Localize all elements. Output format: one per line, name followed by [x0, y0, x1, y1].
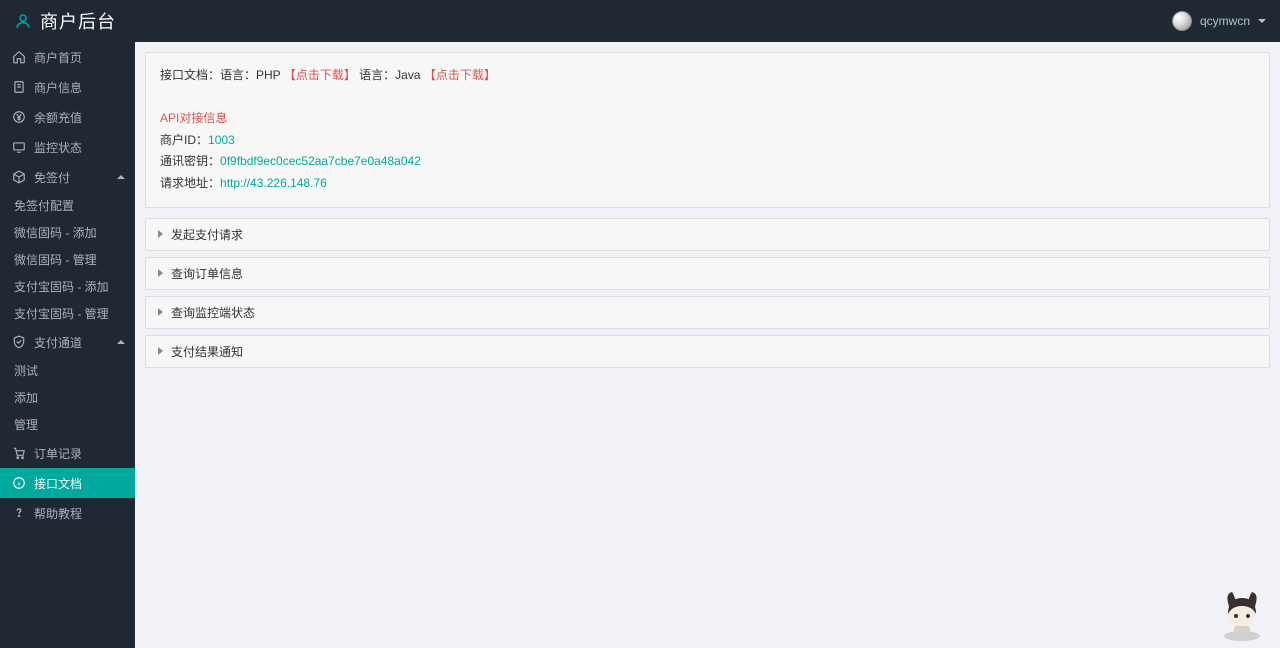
- cart-icon: [12, 446, 26, 460]
- accordion-label: 发起支付请求: [171, 226, 243, 243]
- sub-item-manage[interactable]: 管理: [0, 411, 135, 438]
- nav-label: 帮助教程: [34, 505, 82, 522]
- sub-item-alipay-manage[interactable]: 支付宝固码 - 管理: [0, 300, 135, 327]
- nav-label: 商户信息: [34, 79, 82, 96]
- url-line: 请求地址：http://43.226.148.76: [160, 173, 1255, 195]
- brand: 商户后台: [14, 8, 116, 34]
- nav-label: 监控状态: [34, 139, 82, 156]
- chevron-up-icon: [117, 340, 125, 344]
- chevron-right-icon: [158, 308, 163, 316]
- url-val[interactable]: http://43.226.148.76: [220, 176, 327, 190]
- accordion-label: 查询订单信息: [171, 265, 243, 282]
- chevron-right-icon: [158, 269, 163, 277]
- sidebar-item-exempt-sign[interactable]: 免签付: [0, 162, 135, 192]
- nav-label: 余额充值: [34, 109, 82, 126]
- sidebar-item-monitor-status[interactable]: 监控状态: [0, 132, 135, 162]
- sidebar-item-order-log[interactable]: 订单记录: [0, 438, 135, 468]
- header: 商户后台 qcymwcn: [0, 0, 1280, 42]
- nav-label: 订单记录: [34, 445, 82, 462]
- brand-title: 商户后台: [40, 8, 116, 34]
- url-label: 请求地址：: [160, 176, 220, 190]
- java-download-link[interactable]: 【点击下载】: [424, 68, 496, 82]
- doc-prefix: 接口文档：语言：PHP: [160, 68, 280, 82]
- accordion-monitor-query[interactable]: 查询监控端状态: [145, 296, 1270, 329]
- cube-icon: [12, 170, 26, 184]
- avatar: [1172, 11, 1192, 31]
- accordion-pay-request[interactable]: 发起支付请求: [145, 218, 1270, 251]
- document-icon: [12, 80, 26, 94]
- sub-item-wechat-manage[interactable]: 微信固码 - 管理: [0, 246, 135, 273]
- key-label: 通讯密钥：: [160, 154, 220, 168]
- sub-item-exempt-config[interactable]: 免签付配置: [0, 192, 135, 219]
- nav-label: 支付通道: [34, 334, 82, 351]
- sidebar-item-help[interactable]: 帮助教程: [0, 498, 135, 528]
- accordion-order-query[interactable]: 查询订单信息: [145, 257, 1270, 290]
- accordion-pay-result[interactable]: 支付结果通知: [145, 335, 1270, 368]
- sidebar-item-api-doc[interactable]: 接口文档: [0, 468, 135, 498]
- chevron-right-icon: [158, 230, 163, 238]
- user-menu[interactable]: qcymwcn: [1172, 11, 1266, 31]
- caret-down-icon: [1258, 19, 1266, 23]
- shield-check-icon: [12, 335, 26, 349]
- doc-download-line: 接口文档：语言：PHP 【点击下载】 语言：Java 【点击下载】: [160, 65, 1255, 87]
- username: qcymwcn: [1200, 14, 1250, 28]
- sub-item-test[interactable]: 测试: [0, 357, 135, 384]
- chevron-right-icon: [158, 347, 163, 355]
- merchant-id-line: 商户ID：1003: [160, 130, 1255, 152]
- accordion-label: 支付结果通知: [171, 343, 243, 360]
- lang-java: 语言：Java: [359, 68, 420, 82]
- user-person-icon: [14, 12, 32, 30]
- sidebar-item-pay-channel[interactable]: 支付通道: [0, 327, 135, 357]
- home-icon: [12, 50, 26, 64]
- api-title: API对接信息: [160, 108, 1255, 130]
- nav-label: 接口文档: [34, 475, 82, 492]
- api-info-panel: 接口文档：语言：PHP 【点击下载】 语言：Java 【点击下载】 API对接信…: [145, 52, 1270, 208]
- sub-item-wechat-add[interactable]: 微信固码 - 添加: [0, 219, 135, 246]
- sub-item-alipay-add[interactable]: 支付宝固码 - 添加: [0, 273, 135, 300]
- sidebar: 商户首页 商户信息 余额充值 监控状态 免签付 免签付配置 微信固码 - 添加 …: [0, 42, 135, 648]
- question-icon: [12, 506, 26, 520]
- monitor-icon: [12, 140, 26, 154]
- sub-item-add[interactable]: 添加: [0, 384, 135, 411]
- mid-val: 1003: [208, 133, 235, 147]
- content: 接口文档：语言：PHP 【点击下载】 语言：Java 【点击下载】 API对接信…: [135, 42, 1280, 384]
- sidebar-item-home[interactable]: 商户首页: [0, 42, 135, 72]
- nav-label: 商户首页: [34, 49, 82, 66]
- accordion-label: 查询监控端状态: [171, 304, 255, 321]
- chevron-up-icon: [117, 175, 125, 179]
- info-circle-icon: [12, 476, 26, 490]
- key-val: 0f9fbdf9ec0cec52aa7cbe7e0a48a042: [220, 154, 421, 168]
- mid-label: 商户ID：: [160, 133, 208, 147]
- sidebar-item-merchant-info[interactable]: 商户信息: [0, 72, 135, 102]
- mascot-character[interactable]: [1212, 584, 1272, 644]
- key-line: 通讯密钥：0f9fbdf9ec0cec52aa7cbe7e0a48a042: [160, 151, 1255, 173]
- php-download-link[interactable]: 【点击下载】: [284, 68, 356, 82]
- nav-label: 免签付: [34, 169, 70, 186]
- sidebar-item-balance-recharge[interactable]: 余额充值: [0, 102, 135, 132]
- yen-icon: [12, 110, 26, 124]
